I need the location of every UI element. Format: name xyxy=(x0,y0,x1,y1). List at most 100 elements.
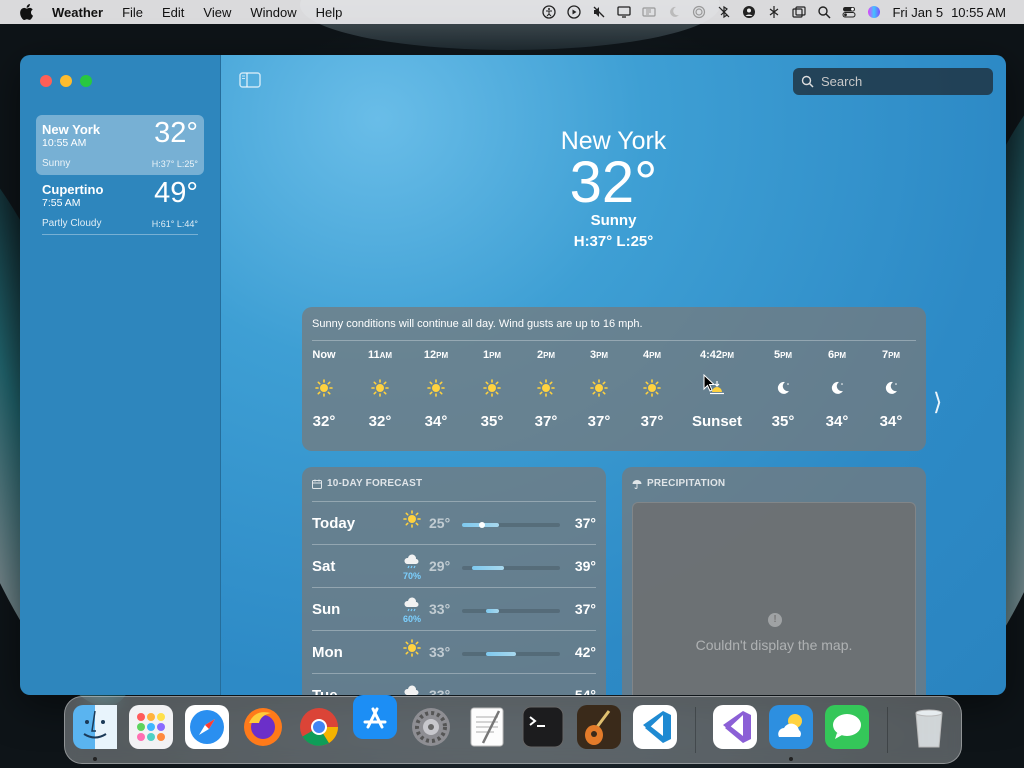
forecast-low: 33° xyxy=(429,601,451,617)
accessibility-icon[interactable] xyxy=(542,5,557,19)
moon-icon[interactable] xyxy=(667,5,681,19)
sound-icon[interactable] xyxy=(767,5,781,19)
close-button[interactable] xyxy=(40,75,52,87)
window-controls xyxy=(40,75,92,87)
hour-label: 1PM xyxy=(482,349,502,361)
dock-trash-icon[interactable] xyxy=(907,705,951,749)
hour-label: 5PM xyxy=(773,349,793,361)
cloud-icon xyxy=(400,682,424,695)
apple-menu-icon[interactable] xyxy=(18,3,34,21)
precip-chance: 70% xyxy=(402,571,421,581)
search-field[interactable] xyxy=(793,68,993,95)
location-condition: Sunny xyxy=(42,158,71,169)
hourly-summary: Sunny conditions will continue all day. … xyxy=(312,318,643,330)
hour-item: 6PM 34° xyxy=(807,349,867,430)
moon-icon xyxy=(807,379,867,399)
sun-icon xyxy=(400,639,424,662)
hour-item: 4:42PM Sunset xyxy=(687,349,747,430)
temp-range-bar xyxy=(462,652,560,656)
forecast-row[interactable]: Sat 70% 29° 39° xyxy=(312,544,596,587)
dock-launchpad-icon[interactable] xyxy=(129,705,173,749)
forecast-row[interactable]: Today 25° 37° xyxy=(312,501,596,544)
mute-icon[interactable] xyxy=(592,5,606,19)
hour-temp: 35° xyxy=(480,413,504,430)
dock-system-settings-icon[interactable] xyxy=(409,705,453,749)
user-icon[interactable] xyxy=(742,5,756,19)
current-condition: Sunny xyxy=(590,212,637,229)
menu-window[interactable]: Window xyxy=(250,5,296,20)
forecast-row[interactable]: Tue 33° 54° xyxy=(312,673,596,695)
running-indicator xyxy=(93,757,97,761)
current-temp-dot xyxy=(478,522,485,528)
location-card-new-york[interactable]: New York 10:55 AM 32° Sunny H:37° L:25° xyxy=(36,115,204,175)
search-icon[interactable] xyxy=(817,5,832,19)
play-icon[interactable] xyxy=(567,5,582,19)
menu-edit[interactable]: Edit xyxy=(162,5,184,20)
dock-garageband-icon[interactable] xyxy=(577,705,621,749)
hour-temp: 32° xyxy=(368,413,392,430)
weather-main: New York 32° Sunny H:37° L:25° Sunny con… xyxy=(221,55,1006,695)
temp-range-bar xyxy=(462,609,560,613)
dock-messages-icon[interactable] xyxy=(825,705,869,749)
hour-item: 1PM 35° xyxy=(462,349,522,430)
dock-terminal-icon[interactable] xyxy=(521,705,565,749)
forecast-day: Sun xyxy=(312,601,341,618)
sun-icon xyxy=(406,379,466,399)
precipitation-header: PRECIPITATION xyxy=(632,478,725,489)
dock-safari-icon[interactable] xyxy=(185,705,229,749)
hourly-forecast-panel[interactable]: Sunny conditions will continue all day. … xyxy=(302,307,926,451)
dock-textedit-icon[interactable] xyxy=(465,705,509,749)
dock-visual-studio-icon[interactable] xyxy=(713,705,757,749)
forecast-day: Sat xyxy=(312,558,336,575)
dock-chrome-icon[interactable] xyxy=(297,705,341,749)
sidebar-toggle-icon[interactable] xyxy=(239,72,261,88)
menu-help[interactable]: Help xyxy=(316,5,343,20)
bluetooth-off-icon[interactable] xyxy=(717,5,731,19)
location-hilo: H:61° L:44° xyxy=(151,219,198,229)
airdrop-icon[interactable] xyxy=(692,5,706,19)
dock-weather-icon[interactable] xyxy=(769,705,813,749)
app-menu-weather[interactable]: Weather xyxy=(52,5,103,20)
sun-icon xyxy=(516,379,576,399)
forecast-high: 54° xyxy=(574,687,596,695)
chevron-right-icon[interactable]: ⟩ xyxy=(933,388,942,417)
weather-window: New York 10:55 AM 32° Sunny H:37° L:25° … xyxy=(20,55,1006,695)
zoom-button[interactable] xyxy=(80,75,92,87)
hour-item: 3PM 37° xyxy=(569,349,629,430)
screen-mirror-icon[interactable] xyxy=(792,5,807,19)
calendar-icon xyxy=(312,479,322,489)
window-icon[interactable] xyxy=(642,5,657,19)
location-card-cupertino[interactable]: Cupertino 7:55 AM 49° Partly Cloudy H:61… xyxy=(36,175,204,235)
menu-view[interactable]: View xyxy=(203,5,231,20)
temp-range-fill xyxy=(471,566,505,570)
hour-item: 12PM 34° xyxy=(406,349,466,430)
forecast-row[interactable]: Mon 33° 42° xyxy=(312,630,596,673)
control-center-icon[interactable] xyxy=(842,5,856,19)
dock xyxy=(64,695,962,764)
minimize-button[interactable] xyxy=(60,75,72,87)
moon-icon xyxy=(861,379,921,399)
menubar-clock[interactable]: 10:55 AM xyxy=(951,5,1006,20)
precipitation-title: PRECIPITATION xyxy=(647,478,726,489)
search-icon xyxy=(801,75,814,88)
locations-sidebar: New York 10:55 AM 32° Sunny H:37° L:25° … xyxy=(20,55,221,695)
menubar-date[interactable]: Fri Jan 5 xyxy=(892,5,943,20)
dock-app-store-icon[interactable] xyxy=(353,695,397,739)
dock-firefox-icon[interactable] xyxy=(241,705,285,749)
menu-bar: Weather File Edit View Window Help Fri J… xyxy=(0,0,1024,24)
dock-vscode-icon[interactable] xyxy=(633,705,677,749)
forecast-header: 10-DAY FORECAST xyxy=(312,478,422,489)
dock-finder-icon[interactable] xyxy=(73,705,117,749)
precipitation-map[interactable]: ! Couldn't display the map. xyxy=(632,502,916,695)
hour-item: 7PM 34° xyxy=(861,349,921,430)
forecast-row[interactable]: Sun 60% 33° 37° xyxy=(312,587,596,630)
hour-label: 4PM xyxy=(642,349,662,361)
menu-file[interactable]: File xyxy=(122,5,143,20)
location-city: New York xyxy=(42,122,101,137)
display-icon[interactable] xyxy=(617,5,632,19)
forecast-day: Tue xyxy=(312,687,338,695)
siri-icon[interactable] xyxy=(867,5,881,19)
hour-item: 5PM 35° xyxy=(753,349,813,430)
search-input[interactable] xyxy=(821,74,981,89)
location-temp: 49° xyxy=(154,177,198,209)
